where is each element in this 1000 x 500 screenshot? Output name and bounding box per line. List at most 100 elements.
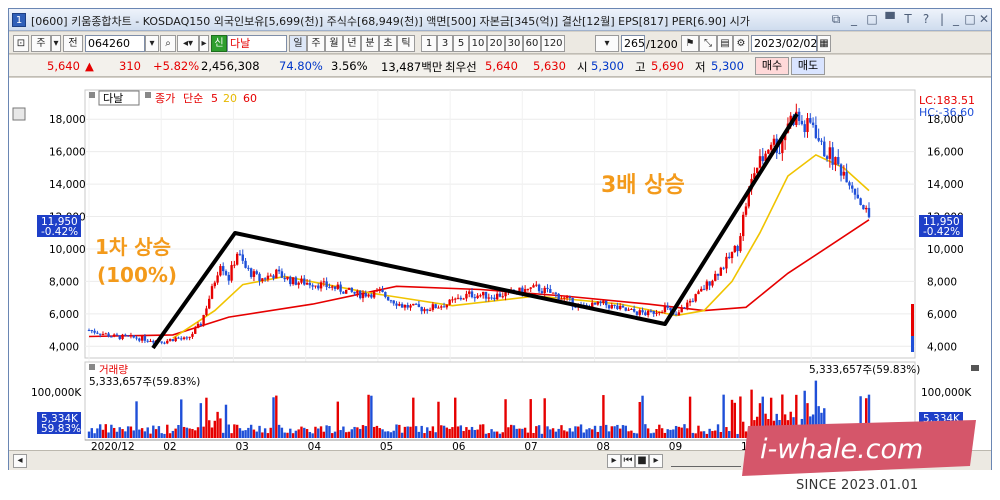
candle-body bbox=[711, 280, 714, 286]
volume-bar bbox=[674, 425, 678, 438]
candle-body bbox=[205, 308, 208, 315]
volume-bar bbox=[523, 427, 527, 438]
gear-icon[interactable]: ⚙ bbox=[733, 35, 749, 52]
volume-bar bbox=[420, 425, 423, 438]
volume-bar bbox=[574, 426, 577, 438]
maximize-icon[interactable]: □ bbox=[865, 12, 879, 27]
minimize-icon[interactable]: _ bbox=[847, 12, 861, 27]
interval-60[interactable]: 60 bbox=[523, 35, 541, 52]
window-minimize-icon[interactable]: _ bbox=[949, 12, 963, 27]
candle-body bbox=[143, 336, 147, 341]
period-minute[interactable]: 분 bbox=[361, 35, 379, 52]
interval-1[interactable]: 1 bbox=[421, 35, 437, 52]
volume-bar bbox=[406, 426, 409, 438]
period-year[interactable]: 년 bbox=[343, 35, 361, 52]
volume-bar bbox=[493, 431, 496, 438]
volume-bar bbox=[124, 431, 127, 438]
candle-body bbox=[741, 214, 745, 237]
window-maximize-icon[interactable]: □ bbox=[963, 12, 977, 27]
sell-button[interactable]: 매도 bbox=[791, 57, 825, 75]
turnover: 3.56% bbox=[331, 59, 368, 73]
scroll-right-icon[interactable]: ▸ bbox=[607, 454, 621, 468]
interval-3[interactable]: 3 bbox=[437, 35, 453, 52]
volume-bar bbox=[384, 431, 387, 438]
scroll-left-icon[interactable]: ◂ bbox=[13, 454, 27, 468]
candle-body bbox=[621, 305, 625, 308]
volume-bar bbox=[101, 429, 105, 438]
scroll-first-icon[interactable]: ⏮ bbox=[621, 454, 635, 468]
interval-20[interactable]: 20 bbox=[487, 35, 505, 52]
prev-button[interactable]: 전 bbox=[63, 35, 83, 52]
period-tick[interactable]: 틱 bbox=[397, 35, 415, 52]
crosshair-icon[interactable]: ⤡ bbox=[699, 35, 717, 52]
volume-bar bbox=[445, 427, 449, 438]
best-ask-label: 최우선 bbox=[445, 60, 477, 74]
interval-dropdown[interactable]: ▾ bbox=[595, 35, 619, 52]
quote-bar: 5,640 ▲ 310 +5.82% 2,456,308 74.80% 3.56… bbox=[9, 55, 991, 77]
volume-bar bbox=[468, 429, 471, 438]
candle-body bbox=[317, 285, 320, 289]
pin-icon[interactable]: ▀ bbox=[883, 12, 897, 27]
period-second[interactable]: 초 bbox=[379, 35, 397, 52]
type-selector[interactable]: 주 bbox=[31, 35, 51, 52]
volume-bar bbox=[627, 431, 630, 438]
layout-icon[interactable]: ⊡ bbox=[13, 35, 29, 52]
volume-bar bbox=[700, 431, 703, 438]
zoom-slider[interactable] bbox=[671, 455, 741, 467]
volume-bar bbox=[577, 426, 580, 438]
volume-bar bbox=[431, 426, 435, 438]
stop-icon[interactable]: ■ bbox=[635, 454, 649, 468]
period-day[interactable]: 일 bbox=[289, 35, 307, 52]
pane-settings-icon[interactable] bbox=[12, 107, 26, 121]
play-icon[interactable]: ▸ bbox=[649, 454, 663, 468]
period-month[interactable]: 월 bbox=[325, 35, 343, 52]
volume-bar bbox=[152, 425, 155, 438]
help-icon[interactable]: ? bbox=[919, 12, 933, 27]
save-icon[interactable]: ▤ bbox=[717, 35, 733, 52]
price-chart[interactable]: 18,00018,00016,00016,00014,00014,00012,0… bbox=[9, 78, 991, 453]
volume-bar bbox=[610, 426, 613, 438]
nav-icon[interactable]: ▸ bbox=[199, 35, 209, 52]
pane-close-icon[interactable] bbox=[971, 365, 979, 371]
search-icon[interactable]: ⌕ bbox=[160, 35, 176, 52]
volume-bar bbox=[149, 433, 152, 438]
history-icon[interactable]: ◂▾ bbox=[177, 35, 199, 52]
stock-code-input[interactable]: 064260 bbox=[85, 35, 145, 52]
candle-body bbox=[817, 137, 820, 141]
interval-120[interactable]: 120 bbox=[541, 35, 565, 52]
candle-body bbox=[224, 271, 228, 275]
volume-bar bbox=[266, 433, 270, 438]
volume-bar bbox=[613, 426, 616, 438]
code-dropdown-icon[interactable]: ▾ bbox=[145, 35, 159, 52]
volume-bar bbox=[378, 428, 381, 438]
buy-button[interactable]: 매수 bbox=[755, 57, 789, 75]
volume-bar bbox=[372, 426, 376, 438]
volume-bar bbox=[515, 428, 518, 438]
period-week[interactable]: 주 bbox=[307, 35, 325, 52]
font-icon[interactable]: T bbox=[901, 12, 915, 27]
date-input[interactable]: 2023/02/02 bbox=[751, 35, 817, 52]
candle-body bbox=[322, 281, 326, 283]
candle-body bbox=[739, 236, 742, 252]
volume-bar bbox=[470, 426, 474, 438]
volume-legend-marker bbox=[89, 364, 95, 370]
interval-30[interactable]: 30 bbox=[505, 35, 523, 52]
zoom-icon[interactable]: ⚑ bbox=[681, 35, 699, 52]
volume-bar bbox=[512, 425, 516, 438]
candle-body bbox=[445, 304, 449, 308]
calendar-icon[interactable]: ▦ bbox=[817, 35, 831, 52]
x-tick-label: 08 bbox=[597, 441, 610, 450]
stock-name-field[interactable]: 다날 bbox=[227, 35, 287, 52]
restore-icon[interactable]: ⧉ bbox=[829, 12, 843, 27]
candle-body bbox=[680, 307, 683, 313]
candle-body bbox=[440, 306, 443, 308]
brand-watermark: i-whale.com bbox=[742, 420, 976, 476]
interval-5[interactable]: 5 bbox=[453, 35, 469, 52]
type-dropdown-icon[interactable]: ▾ bbox=[51, 35, 61, 52]
volume-bar bbox=[300, 426, 303, 438]
count-input[interactable]: 265 bbox=[621, 35, 645, 52]
candle-body bbox=[269, 275, 272, 277]
interval-10[interactable]: 10 bbox=[469, 35, 487, 52]
close-icon[interactable]: ✕ bbox=[977, 12, 991, 27]
candle-body bbox=[800, 120, 804, 125]
